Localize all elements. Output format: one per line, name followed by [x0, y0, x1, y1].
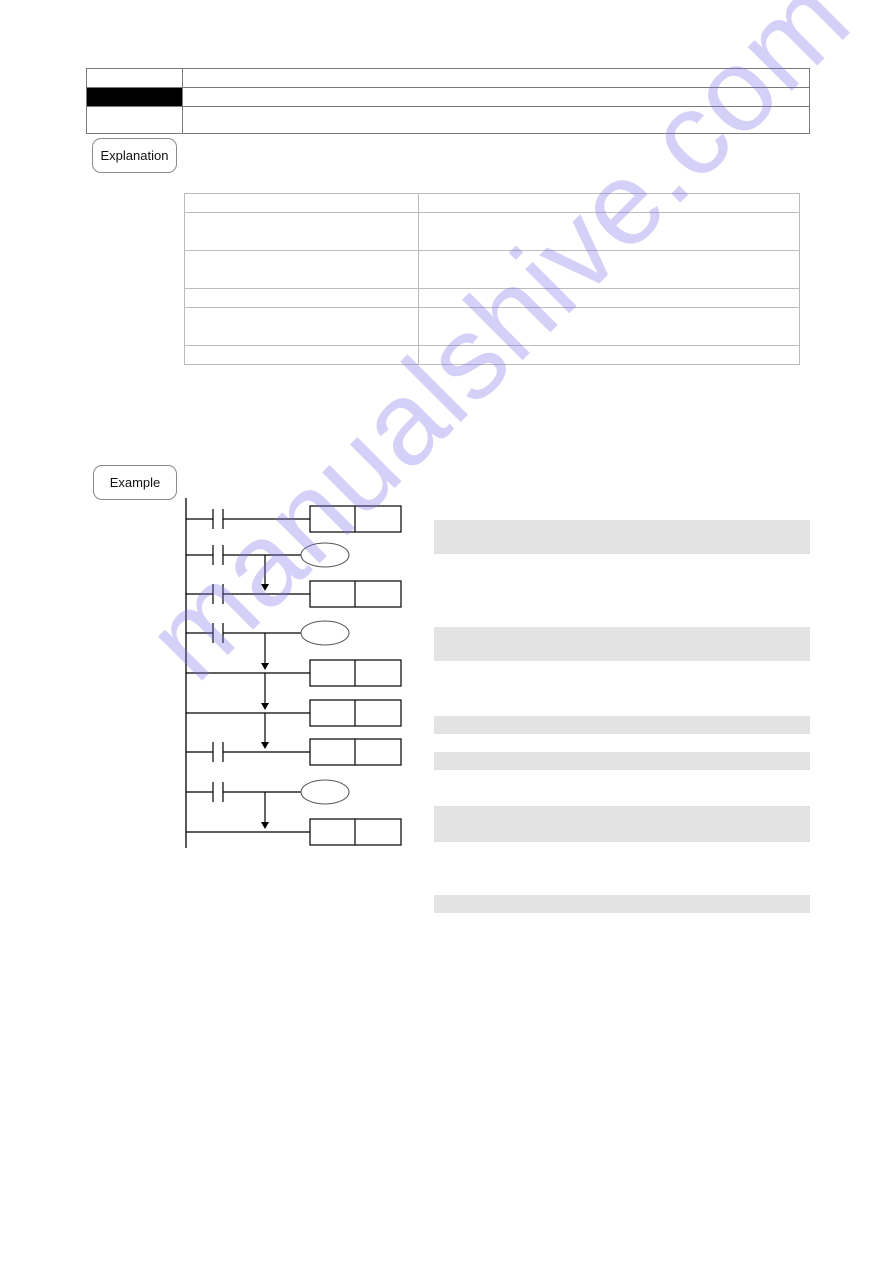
ladder-rungs — [186, 505, 402, 846]
output-coil — [300, 779, 350, 805]
flow-arrow-head-icon — [261, 703, 269, 710]
flow-arrow-head-icon — [261, 584, 269, 591]
flow-arrow-head-icon — [261, 663, 269, 670]
output-coil — [300, 620, 350, 646]
flow-arrow-head-icon — [261, 742, 269, 749]
flow-arrow-head-icon — [261, 822, 269, 829]
ladder-diagram — [185, 498, 402, 848]
output-coil — [300, 542, 350, 568]
